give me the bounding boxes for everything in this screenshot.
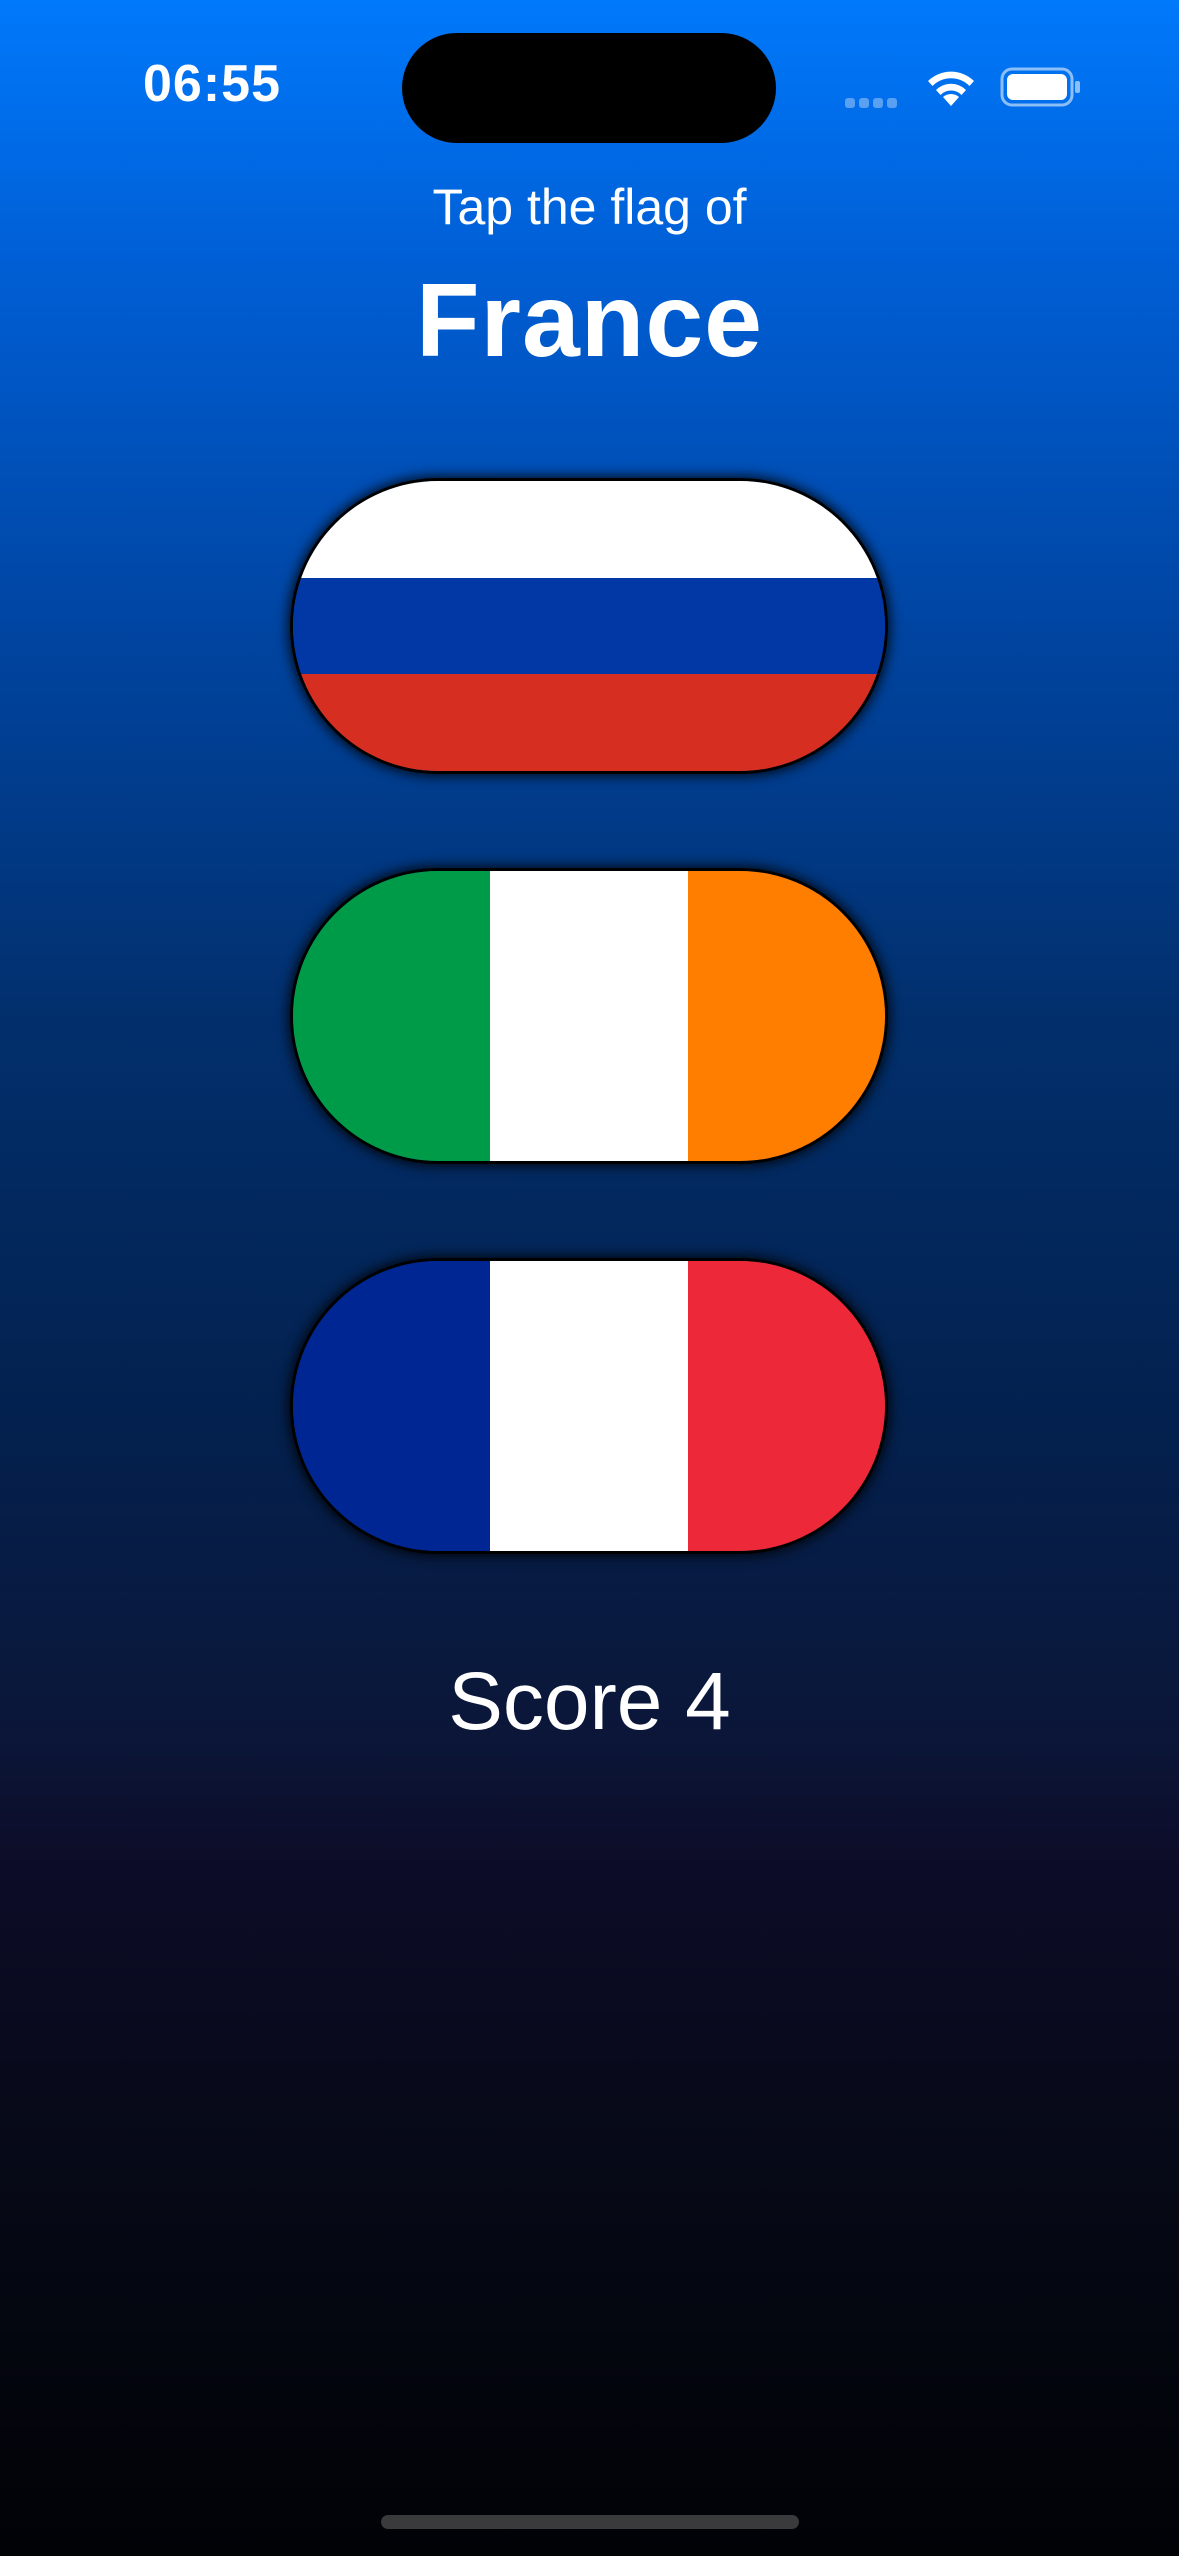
flag-stripe [293,674,885,771]
flag-stripe [490,1261,688,1551]
prompt-label: Tap the flag of [432,179,747,235]
ireland-flag-image [293,871,885,1161]
status-bar: 06:55 [0,0,1179,170]
flag-stripe [293,1261,491,1551]
battery-icon [1000,67,1080,107]
flag-stripe [490,871,688,1161]
target-country-title: France [415,263,764,379]
flag-stripe [293,871,491,1161]
flag-stripe [293,481,885,578]
flag-stripe [687,871,885,1161]
flag-stripe [687,1261,885,1551]
home-indicator[interactable] [381,2515,799,2529]
wifi-icon [928,71,974,106]
status-time: 06:55 [143,55,281,113]
flag-button-russia[interactable] [290,478,888,774]
flag-button-france[interactable] [290,1258,888,1554]
russia-flag-image [293,481,885,771]
flag-button-ireland[interactable] [290,868,888,1164]
cellular-signal-icon [845,95,903,108]
score-label: Score 4 [448,1656,731,1747]
flag-stripe [293,577,885,675]
france-flag-image [293,1261,885,1551]
dynamic-island [402,33,776,143]
